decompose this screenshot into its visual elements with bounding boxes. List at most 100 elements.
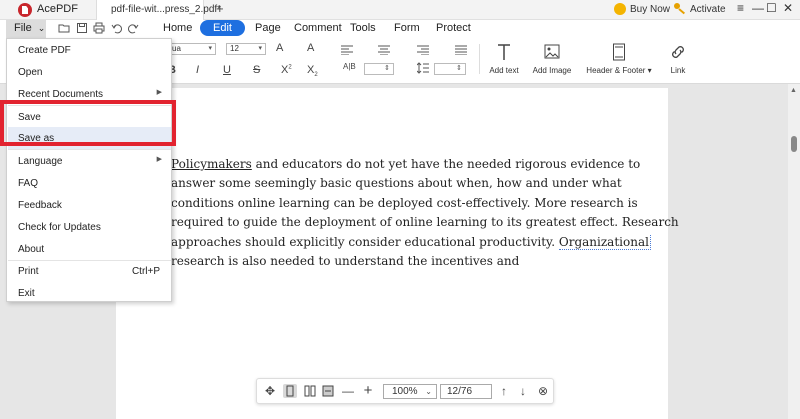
font-family-select[interactable]: ua ▾ [168, 43, 216, 55]
menu-item-about[interactable]: About [8, 238, 171, 260]
scrollbar-thumb[interactable] [791, 136, 797, 152]
activate-button[interactable]: Activate [674, 3, 726, 15]
font-family-value: ua [172, 44, 181, 53]
header-footer-button[interactable]: Header & Footer ▾ [585, 42, 653, 75]
menu-item-open[interactable]: Open [8, 61, 171, 83]
subscript-icon[interactable]: X2 [307, 64, 318, 78]
menu-item-check-for-updates[interactable]: Check for Updates [8, 216, 171, 238]
menu-item-language[interactable]: Language ▶ [8, 150, 171, 172]
two-page-icon[interactable] [303, 384, 317, 398]
menu-item-print[interactable]: Print Ctrl+P [8, 260, 171, 282]
character-spacing-icon[interactable]: A|B [343, 62, 356, 71]
close-navbar-icon[interactable]: ⊗ [536, 384, 550, 398]
tab-page[interactable]: Page [255, 22, 281, 34]
strikethrough-icon[interactable]: S [253, 64, 260, 76]
file-menu-button[interactable]: File ⌄ [6, 20, 46, 38]
italic-icon[interactable]: I [196, 64, 199, 76]
page-number-value: 12/76 [447, 386, 473, 397]
menu-item-create-pdf[interactable]: Create PDF [8, 39, 171, 61]
menu-icon[interactable]: ≡ [737, 1, 744, 15]
link-button[interactable]: Link [664, 42, 692, 75]
single-page-icon[interactable] [283, 384, 297, 398]
text-line: conditions online learning can be deploy… [171, 195, 638, 210]
chevron-down-icon: ⌄ [425, 387, 432, 396]
document-tab[interactable]: pdf-file-wit...press_2.pdf* [96, 0, 221, 20]
align-justify-icon[interactable] [455, 45, 467, 55]
buy-now-button[interactable]: Buy Now [614, 3, 670, 15]
save-icon[interactable] [76, 22, 88, 34]
add-image-label: Add Image [532, 66, 572, 75]
chevron-down-icon: ⌄ [37, 23, 46, 33]
tab-comment[interactable]: Comment [294, 22, 342, 34]
menu-item-label: Language [18, 156, 63, 167]
increase-font-icon[interactable]: A [276, 42, 283, 54]
add-image-icon [544, 44, 560, 59]
print-icon[interactable] [93, 22, 105, 34]
previous-page-icon[interactable]: ↑ [497, 384, 511, 398]
zoom-value: 100% [392, 386, 418, 397]
add-image-button[interactable]: Add Image [530, 42, 574, 75]
new-tab-button[interactable]: + [216, 1, 224, 16]
menu-item-feedback[interactable]: Feedback [8, 194, 171, 216]
tab-edit[interactable]: Edit [200, 20, 245, 36]
link-label: Link [670, 66, 686, 75]
undo-icon[interactable] [111, 22, 123, 34]
stepper-icon: ⇕ [456, 65, 462, 72]
fit-width-icon[interactable] [321, 384, 335, 398]
align-left-icon[interactable] [341, 45, 353, 55]
chevron-down-icon: ▾ [208, 45, 212, 52]
text-line: required to guide the deployment of onli… [171, 215, 679, 230]
menu-item-label: Exit [18, 288, 35, 299]
menu-item-label: Create PDF [18, 45, 71, 56]
zoom-in-icon[interactable]: + [361, 383, 375, 398]
chevron-down-icon: ▾ [647, 66, 652, 75]
zoom-out-icon[interactable]: — [341, 384, 355, 398]
zoom-select[interactable]: 100% ⌄ [383, 384, 437, 399]
highlight-annotation-box [0, 100, 176, 146]
tab-tools[interactable]: Tools [350, 22, 376, 34]
chevron-right-icon: ▶ [156, 156, 162, 163]
close-icon[interactable]: ✕ [783, 1, 793, 15]
pan-tool-icon[interactable]: ✥ [263, 384, 277, 398]
tab-home[interactable]: Home [163, 22, 192, 34]
scroll-up-icon[interactable]: ▲ [790, 87, 797, 94]
next-page-icon[interactable]: ↓ [516, 384, 530, 398]
decrease-font-icon[interactable]: A [307, 42, 314, 54]
redo-icon[interactable] [127, 22, 139, 34]
add-text-button[interactable]: Add text [486, 42, 522, 75]
align-right-icon[interactable] [417, 45, 429, 55]
toolbar-divider [479, 44, 480, 74]
menu-item-label: Open [18, 67, 43, 78]
page-navigation-bar: ✥ — + 100% ⌄ 12/76 ↑ ↓ ⊗ [256, 378, 554, 404]
add-text-label: Add text [489, 66, 519, 75]
open-folder-icon[interactable] [58, 22, 70, 34]
text-line: approaches should explicitly consider ed… [171, 233, 651, 252]
pdf-text-block[interactable]: Policymakers and educators do not yet ha… [171, 155, 679, 271]
text-run: approaches should explicitly consider ed… [171, 234, 559, 249]
menu-item-faq[interactable]: FAQ [8, 172, 171, 194]
tab-protect[interactable]: Protect [436, 22, 471, 34]
line-spacing-icon[interactable] [417, 62, 429, 74]
spellcheck-word: Organizational [558, 234, 651, 250]
app-name: AcePDF [37, 3, 78, 15]
tab-form[interactable]: Form [394, 22, 420, 34]
header-footer-label: Header & Footer [586, 66, 646, 75]
vertical-scrollbar[interactable]: ▲ [788, 84, 800, 419]
superscript-icon[interactable]: X2 [281, 64, 292, 76]
line-spacing-input[interactable]: ⇕ [434, 63, 466, 75]
chevron-down-icon: ▾ [258, 45, 262, 52]
buy-now-icon [614, 3, 626, 15]
activate-label: Activate [690, 3, 726, 15]
character-spacing-input[interactable]: ⇕ [364, 63, 394, 75]
minimize-icon[interactable]: — [752, 1, 764, 15]
menu-item-label: Recent Documents [18, 89, 104, 100]
page-number-input[interactable]: 12/76 [440, 384, 492, 399]
underline-icon[interactable]: U [223, 64, 231, 76]
font-size-value: 12 [230, 44, 239, 53]
text-run: and educators do not yet have the needed… [251, 157, 641, 171]
title-bar: AcePDF pdf-file-wit...press_2.pdf* + Buy… [0, 0, 800, 20]
font-size-select[interactable]: 12 ▾ [226, 43, 266, 55]
align-center-icon[interactable] [378, 45, 390, 55]
maximize-icon[interactable]: ☐ [766, 1, 777, 15]
menu-item-exit[interactable]: Exit [8, 282, 171, 304]
